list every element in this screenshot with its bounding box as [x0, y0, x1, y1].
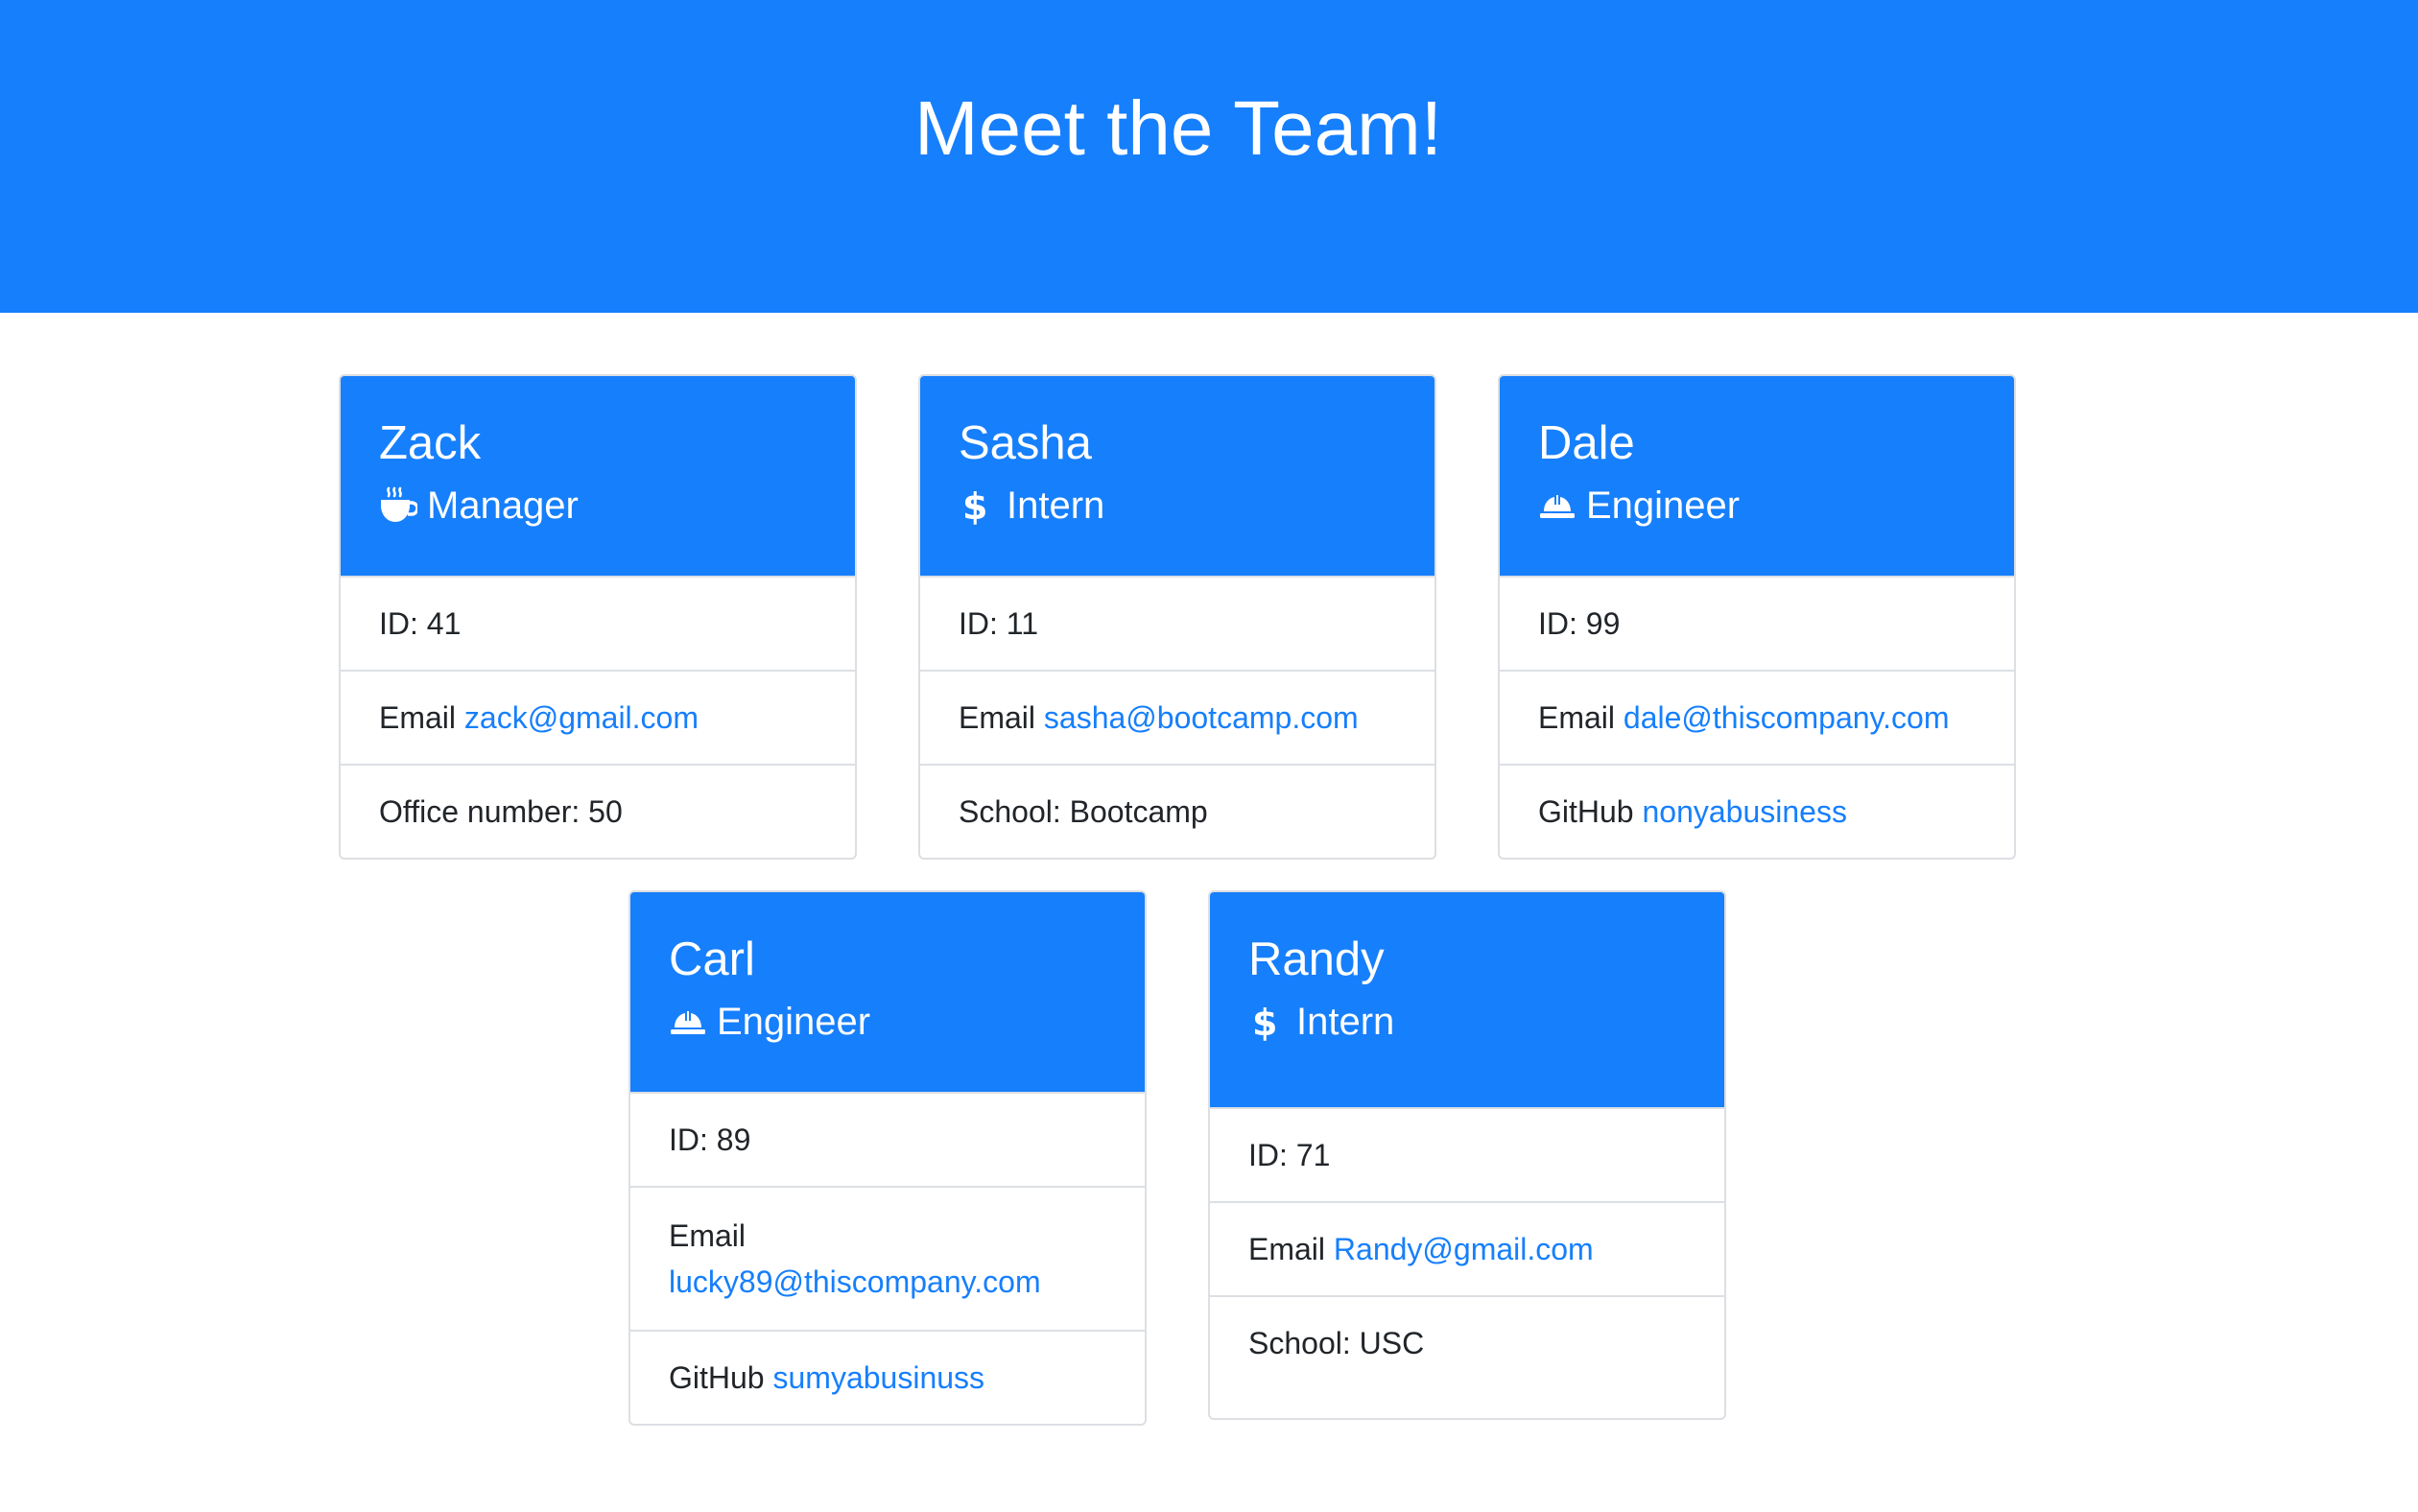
dollar-icon: $ [959, 486, 997, 525]
coffee-mug-icon [379, 486, 417, 525]
office-number: Office number: 50 [341, 764, 855, 858]
employee-email-row: Email zack@gmail.com [341, 670, 855, 764]
github-label: GitHub [1538, 794, 1634, 829]
employee-name: Zack [379, 417, 482, 469]
employee-name: Randy [1248, 933, 1385, 985]
email-link[interactable]: dale@thiscompany.com [1624, 695, 1950, 741]
email-label: Email [669, 1218, 747, 1253]
hard-hat-icon [1538, 486, 1576, 525]
employee-id: ID: 11 [920, 576, 1434, 670]
employee-email-row: Email Randy@gmail.com [1210, 1201, 1724, 1295]
page-title: Meet the Team! [914, 85, 1442, 171]
employee-card-zack: Zack Manager ID: 41 Email zack@gmail.com… [339, 374, 857, 860]
email-label: Email [1248, 1232, 1326, 1266]
employee-card-carl: Carl Engineer ID: 89 Email lucky89@thisc… [628, 890, 1147, 1426]
employee-card-dale: Dale Engineer ID: 99 Email dale@thiscomp… [1498, 374, 2016, 860]
employee-role: Manager [379, 482, 579, 530]
role-label: Engineer [1586, 484, 1741, 527]
employee-id: ID: 41 [341, 576, 855, 670]
email-link[interactable]: sasha@bootcamp.com [1044, 695, 1359, 741]
employee-id: ID: 71 [1210, 1107, 1724, 1201]
employee-name: Dale [1538, 417, 1635, 469]
svg-text:$: $ [962, 486, 987, 525]
email-label: Email [1538, 700, 1616, 735]
employee-card-randy: Randy $ Intern ID: 71 Email Randy@gmail.… [1208, 890, 1726, 1420]
email-link[interactable]: zack@gmail.com [464, 695, 699, 741]
email-link[interactable]: Randy@gmail.com [1334, 1226, 1594, 1272]
card-header: Carl Engineer [630, 892, 1145, 1092]
employee-name: Carl [669, 933, 755, 985]
email-link[interactable]: lucky89@thiscompany.com [669, 1259, 1106, 1305]
github-row: GitHub sumyabusinuss [630, 1330, 1145, 1424]
school: School: USC [1210, 1295, 1724, 1418]
employee-role: Engineer [1538, 482, 1740, 530]
employee-email-row: Email dale@thiscompany.com [1500, 670, 2014, 764]
school: School: Bootcamp [920, 764, 1434, 858]
employee-name: Sasha [959, 417, 1092, 469]
email-label: Email [379, 700, 457, 735]
email-label: Email [959, 700, 1036, 735]
github-link[interactable]: nonyabusiness [1642, 789, 1846, 835]
employee-role: Engineer [669, 998, 870, 1046]
github-label: GitHub [669, 1360, 765, 1395]
card-header: Sasha $ Intern [920, 376, 1434, 576]
role-label: Manager [427, 484, 579, 527]
card-header: Zack Manager [341, 376, 855, 576]
employee-email-row: Email lucky89@thiscompany.com [630, 1186, 1145, 1330]
svg-text:$: $ [1252, 1003, 1277, 1041]
role-label: Engineer [717, 1001, 871, 1043]
header-banner: Meet the Team! [0, 0, 2418, 313]
card-header: Dale Engineer [1500, 376, 2014, 576]
employee-id: ID: 89 [630, 1092, 1145, 1186]
dollar-icon: $ [1248, 1003, 1287, 1041]
role-label: Intern [1007, 484, 1105, 527]
card-header: Randy $ Intern [1210, 892, 1724, 1107]
github-row: GitHub nonyabusiness [1500, 764, 2014, 858]
hard-hat-icon [669, 1003, 707, 1041]
github-link[interactable]: sumyabusinuss [772, 1355, 984, 1401]
role-label: Intern [1296, 1001, 1395, 1043]
employee-role: $ Intern [1248, 998, 1394, 1046]
employee-role: $ Intern [959, 482, 1104, 530]
employee-card-sasha: Sasha $ Intern ID: 11 Email sasha@bootca… [918, 374, 1436, 860]
employee-id: ID: 99 [1500, 576, 2014, 670]
employee-email-row: Email sasha@bootcamp.com [920, 670, 1434, 764]
